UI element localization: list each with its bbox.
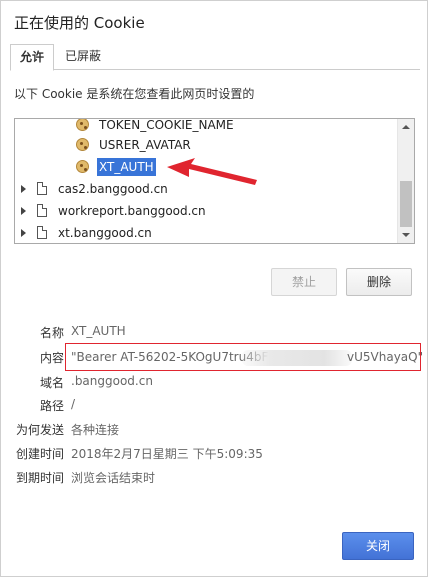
file-icon [37, 204, 47, 217]
tree-item-label: cas2.banggood.cn [58, 182, 168, 196]
delete-button[interactable]: 删除 [346, 268, 412, 296]
expand-arrow-icon[interactable] [21, 185, 26, 193]
chevron-up-icon [402, 125, 410, 129]
name-label: 名称 [39, 326, 64, 340]
tab-allowed[interactable]: 允许 [10, 44, 55, 71]
name-value: XT_AUTH [71, 324, 126, 338]
send-for-label: 为何发送 [15, 423, 64, 437]
file-icon [37, 226, 47, 239]
tree-item-label: xt.banggood.cn [58, 226, 152, 240]
block-button[interactable]: 禁止 [271, 268, 337, 296]
expand-arrow-icon[interactable] [21, 229, 26, 237]
file-icon [37, 182, 47, 195]
expires-label: 到期时间 [15, 471, 64, 485]
scroll-up-button[interactable] [398, 119, 414, 135]
tree-item-site[interactable]: workreport.banggood.cn [15, 200, 398, 222]
content-value-start: "Bearer AT-56202-5KOgU7tru4bF [71, 350, 269, 364]
domain-value: .banggood.cn [71, 374, 153, 388]
tree-item-label: workreport.banggood.cn [58, 204, 206, 218]
chevron-down-icon [402, 233, 410, 237]
path-value: / [71, 397, 76, 411]
cookie-icon [76, 160, 89, 173]
tree-scrollbar[interactable] [397, 119, 414, 243]
cookie-description: 以下 Cookie 是系统在您查看此网页时设置的 [14, 87, 255, 101]
redacted-region [242, 350, 352, 366]
tree-item-label: USRER_AVATAR [99, 138, 191, 152]
content-label: 内容 [39, 351, 64, 365]
path-label: 路径 [39, 399, 64, 413]
cookie-icon [76, 119, 89, 131]
tree-item-site[interactable]: xt.banggood.cn [15, 222, 398, 243]
dialog-title: 正在使用的 Cookie [14, 14, 145, 32]
tree-item-cookie[interactable]: USRER_AVATAR [15, 134, 398, 156]
content-value-end: vU5VhayaQ" [347, 350, 424, 364]
created-label: 创建时间 [15, 447, 64, 461]
scroll-down-button[interactable] [398, 227, 414, 243]
close-button[interactable]: 关闭 [342, 532, 414, 560]
scroll-thumb[interactable] [400, 181, 412, 227]
send-for-value: 各种连接 [71, 423, 120, 437]
content-highlight-box: "Bearer AT-56202-5KOgU7tru4bF vU5VhayaQ" [65, 343, 424, 371]
domain-label: 域名 [39, 376, 64, 390]
expires-value: 浏览会话结束时 [71, 471, 156, 485]
cookie-icon [76, 138, 89, 151]
tab-blocked[interactable]: 已屏蔽 [56, 44, 110, 70]
tree-item-label: XT_AUTH [97, 158, 156, 176]
annotation-arrow-icon [167, 158, 257, 185]
expand-arrow-icon[interactable] [21, 207, 26, 215]
tab-bar: 允许 已屏蔽 [10, 44, 420, 71]
created-value: 2018年2月7日星期三 下午5:09:35 [71, 447, 263, 461]
